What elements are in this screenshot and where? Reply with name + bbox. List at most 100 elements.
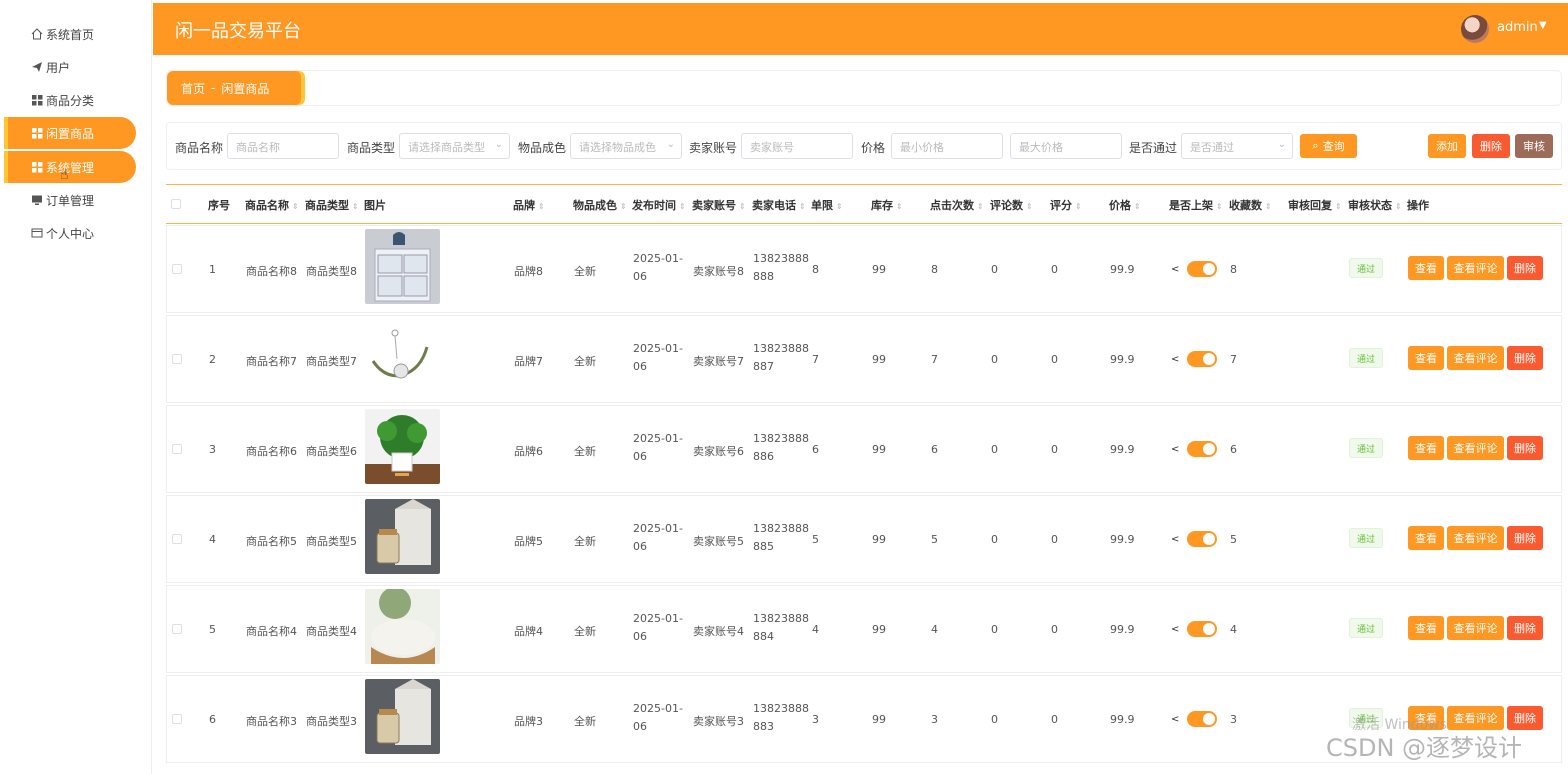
product-image[interactable] xyxy=(365,679,440,754)
breadcrumb-home[interactable]: 首页 xyxy=(181,80,205,97)
cell-limit: 8 xyxy=(812,263,819,276)
listed-toggle[interactable] xyxy=(1187,441,1217,457)
row-checkbox[interactable] xyxy=(172,444,182,454)
sidebar-item-profile[interactable]: 个人中心 xyxy=(4,217,136,249)
breadcrumb-current: 闲置商品 xyxy=(221,81,270,96)
delete-button[interactable]: 删除 xyxy=(1472,134,1510,158)
row-delete-button[interactable]: 删除 xyxy=(1507,616,1543,640)
col-limit[interactable]: 单限 ⇕ xyxy=(811,197,843,213)
view-comments-button[interactable]: 查看评论 xyxy=(1447,706,1504,730)
col-condition[interactable]: 物品成色 ⇕ xyxy=(573,197,627,213)
review-button[interactable]: 审核 xyxy=(1515,134,1553,158)
col-brand[interactable]: 品牌 ⇕ xyxy=(513,197,545,213)
share-icon[interactable]: < xyxy=(1171,534,1179,545)
table-row[interactable]: 1 商品名称8 商品类型8 品牌8 全新 2025-01-06 卖家账号8 13… xyxy=(166,225,1562,313)
cell-index: 6 xyxy=(209,713,216,726)
row-checkbox[interactable] xyxy=(172,354,182,364)
condition-filter-select[interactable]: 请选择物品成色 ⌄ xyxy=(570,133,682,159)
cell-score: 0 xyxy=(1051,443,1058,456)
sidebar-item-system[interactable]: 系统管理 ☝ xyxy=(4,151,136,183)
col-review-status[interactable]: 审核状态 ⇕ xyxy=(1348,197,1402,213)
view-button[interactable]: 查看 xyxy=(1408,436,1444,460)
col-date[interactable]: 发布时间 ⇕ xyxy=(632,197,686,213)
view-comments-button[interactable]: 查看评论 xyxy=(1447,616,1504,640)
table-row[interactable]: 5 商品名称4 商品类型4 品牌4 全新 2025-01-06 卖家账号4 13… xyxy=(166,585,1562,673)
sidebar-item-category[interactable]: 商品分类 xyxy=(4,84,136,116)
table-row[interactable]: 4 商品名称5 商品类型5 品牌5 全新 2025-01-06 卖家账号5 13… xyxy=(166,495,1562,583)
view-button[interactable]: 查看 xyxy=(1408,526,1444,550)
table-row[interactable]: 2 商品名称7 商品类型7 品牌7 全新 2025-01-06 卖家账号7 13… xyxy=(166,315,1562,403)
cell-price: 99.9 xyxy=(1110,263,1135,276)
col-review-reply[interactable]: 审核回复 ⇕ xyxy=(1288,197,1342,213)
share-icon[interactable]: < xyxy=(1171,444,1179,455)
row-delete-button[interactable]: 删除 xyxy=(1507,526,1543,550)
col-comments[interactable]: 评论数 ⇕ xyxy=(990,197,1033,213)
col-score[interactable]: 评分 ⇕ xyxy=(1050,197,1082,213)
col-type[interactable]: 商品类型 ⇕ xyxy=(305,197,359,213)
cell-name: 商品名称8 xyxy=(246,265,297,278)
approved-filter-select[interactable]: 是否通过 ⌄ xyxy=(1181,133,1293,159)
listed-toggle[interactable] xyxy=(1187,621,1217,637)
min-price-input[interactable]: 最小价格 xyxy=(891,133,1003,159)
col-listed[interactable]: 是否上架 ⇕ xyxy=(1169,197,1223,213)
user-name[interactable]: admin xyxy=(1497,20,1538,35)
row-checkbox[interactable] xyxy=(172,624,182,634)
cell-price: 99.9 xyxy=(1110,623,1135,636)
share-icon[interactable]: < xyxy=(1171,354,1179,365)
row-delete-button[interactable]: 删除 xyxy=(1507,256,1543,280)
avatar[interactable] xyxy=(1461,15,1489,43)
view-comments-button[interactable]: 查看评论 xyxy=(1447,256,1504,280)
col-stock[interactable]: 库存 ⇕ xyxy=(871,197,903,213)
sidebar-item-users[interactable]: 用户 xyxy=(4,51,136,83)
view-button[interactable]: 查看 xyxy=(1408,616,1444,640)
seller-filter-input[interactable]: 卖家账号 xyxy=(741,133,853,159)
view-comments-button[interactable]: 查看评论 xyxy=(1447,526,1504,550)
listed-toggle[interactable] xyxy=(1187,351,1217,367)
search-button[interactable]: ⌕ 查询 xyxy=(1300,134,1357,158)
col-phone[interactable]: 卖家电话 ⇕ xyxy=(752,197,806,213)
product-image[interactable] xyxy=(365,229,440,304)
select-all-checkbox[interactable] xyxy=(171,199,181,209)
cell-limit: 6 xyxy=(812,443,819,456)
add-button[interactable]: 添加 xyxy=(1428,134,1466,158)
cell-favorites: 8 xyxy=(1230,263,1237,276)
listed-toggle[interactable] xyxy=(1187,711,1217,727)
cell-score: 0 xyxy=(1051,353,1058,366)
share-icon[interactable]: < xyxy=(1171,624,1179,635)
row-checkbox[interactable] xyxy=(172,714,182,724)
row-delete-button[interactable]: 删除 xyxy=(1507,346,1543,370)
row-delete-button[interactable]: 删除 xyxy=(1507,436,1543,460)
row-delete-button[interactable]: 删除 xyxy=(1507,706,1543,730)
view-comments-button[interactable]: 查看评论 xyxy=(1447,436,1504,460)
caret-down-icon[interactable]: ▼ xyxy=(1539,20,1547,31)
listed-toggle[interactable] xyxy=(1187,261,1217,277)
card-icon xyxy=(30,226,44,240)
cell-clicks: 4 xyxy=(931,623,938,636)
type-filter-select[interactable]: 请选择商品类型 ⌄ xyxy=(399,133,510,159)
sidebar-item-orders[interactable]: 订单管理 xyxy=(4,184,136,216)
col-seller[interactable]: 卖家账号 ⇕ xyxy=(692,197,746,213)
col-price[interactable]: 价格 ⇕ xyxy=(1109,197,1141,213)
cell-limit: 7 xyxy=(812,353,819,366)
view-comments-button[interactable]: 查看评论 xyxy=(1447,346,1504,370)
sidebar-item-home[interactable]: 系统首页 xyxy=(4,18,136,50)
view-button[interactable]: 查看 xyxy=(1408,256,1444,280)
row-checkbox[interactable] xyxy=(172,264,182,274)
name-filter-input[interactable]: 商品名称 xyxy=(227,133,339,159)
col-clicks[interactable]: 点击次数 ⇕ xyxy=(930,197,984,213)
share-icon[interactable]: < xyxy=(1171,264,1179,275)
row-checkbox[interactable] xyxy=(172,534,182,544)
col-name[interactable]: 商品名称 ⇕ xyxy=(245,197,299,213)
product-image[interactable] xyxy=(365,409,440,484)
product-image[interactable] xyxy=(365,499,440,574)
share-icon[interactable]: < xyxy=(1171,714,1179,725)
max-price-input[interactable]: 最大价格 xyxy=(1010,133,1122,159)
col-favorites[interactable]: 收藏数 ⇕ xyxy=(1229,197,1272,213)
listed-toggle[interactable] xyxy=(1187,531,1217,547)
product-image[interactable] xyxy=(365,589,440,664)
product-image[interactable] xyxy=(365,319,440,394)
sidebar-item-idle-goods[interactable]: 闲置商品 xyxy=(4,117,136,149)
table-row[interactable]: 3 商品名称6 商品类型6 品牌6 全新 2025-01-06 卖家账号6 13… xyxy=(166,405,1562,493)
view-button[interactable]: 查看 xyxy=(1408,346,1444,370)
cell-limit: 5 xyxy=(812,533,819,546)
